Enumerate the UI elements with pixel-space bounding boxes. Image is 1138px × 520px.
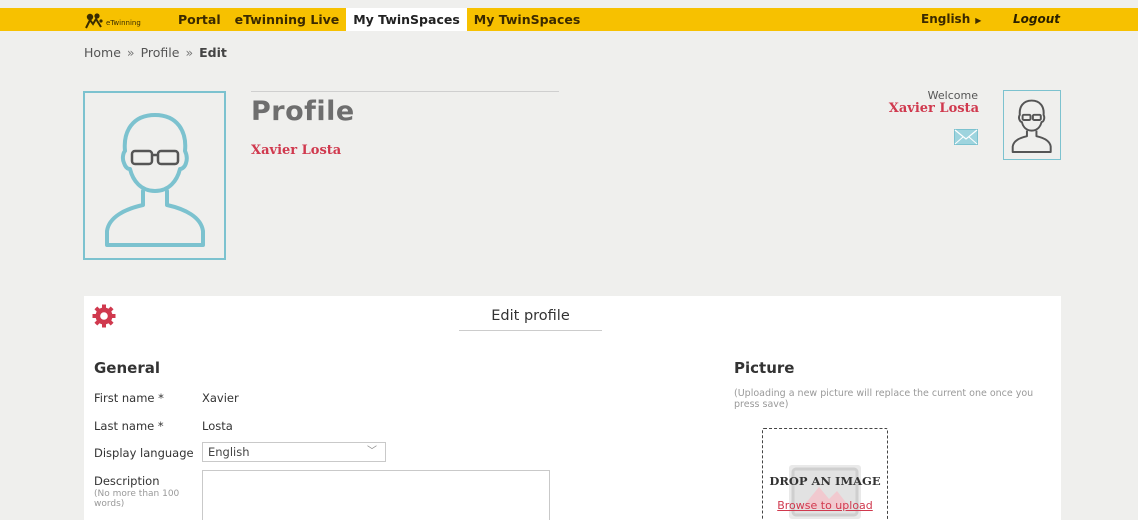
caret-right-icon: ▶ (975, 16, 982, 25)
user-avatar-icon (1011, 99, 1052, 153)
breadcrumb-separator: » (185, 45, 194, 60)
profile-avatar (83, 91, 226, 260)
title-divider (251, 91, 559, 92)
breadcrumb-profile[interactable]: Profile (141, 45, 180, 60)
last-name-label: Last name * (94, 419, 164, 433)
description-label: Description (94, 474, 160, 488)
image-dropzone[interactable]: DROP AN IMAGE Browse to upload (762, 428, 888, 520)
nav-my-twinspaces-active[interactable]: My TwinSpaces (346, 8, 467, 31)
drop-image-text: DROP AN IMAGE (769, 474, 881, 488)
etwinning-logo-icon (85, 13, 103, 29)
edit-profile-card: Edit profile General First name * Xavier… (84, 296, 1061, 520)
etwinning-logo[interactable]: eTwinning (84, 10, 141, 29)
display-language-select[interactable]: English ﹀ (202, 442, 386, 462)
user-avatar-icon (105, 113, 205, 247)
main-nav: Portal eTwinning Live My TwinSpaces My T… (171, 8, 587, 31)
edit-profile-title: Edit profile (459, 308, 602, 331)
description-hint: (No more than 100 words) (94, 489, 180, 509)
breadcrumb-home[interactable]: Home (84, 45, 121, 60)
welcome-user-name[interactable]: Xavier Losta (889, 101, 979, 116)
last-name-value: Losta (202, 419, 233, 433)
logout-link[interactable]: Logout (1013, 8, 1060, 31)
breadcrumb-current: Edit (199, 45, 227, 60)
picture-note: (Uploading a new picture will replace th… (734, 388, 1034, 410)
nav-portal[interactable]: Portal (171, 8, 228, 31)
profile-name[interactable]: Xavier Losta (251, 143, 341, 158)
breadcrumb-separator: » (126, 45, 135, 60)
nav-my-twinspaces[interactable]: My TwinSpaces (467, 8, 588, 31)
display-language-value: English (208, 445, 250, 459)
picture-heading: Picture (734, 359, 795, 377)
nav-etwinning-live[interactable]: eTwinning Live (228, 8, 347, 31)
logo-text: eTwinning (106, 19, 141, 27)
user-avatar-small[interactable] (1003, 90, 1061, 160)
chevron-down-icon: ﹀ (367, 446, 377, 457)
top-bar: eTwinning Portal eTwinning Live My TwinS… (0, 8, 1138, 31)
general-heading: General (94, 359, 160, 377)
language-selector[interactable]: English ▶ (921, 8, 981, 32)
breadcrumb: Home » Profile » Edit (84, 45, 227, 60)
display-language-label: Display language (94, 446, 194, 460)
mail-icon[interactable] (954, 129, 978, 149)
first-name-label: First name * (94, 391, 164, 405)
first-name-value: Xavier (202, 391, 239, 405)
language-label: English (921, 12, 971, 26)
gear-icon (92, 304, 116, 332)
page-title: Profile (251, 96, 355, 127)
browse-upload-link[interactable]: Browse to upload (763, 499, 887, 512)
description-textarea[interactable] (202, 470, 550, 520)
